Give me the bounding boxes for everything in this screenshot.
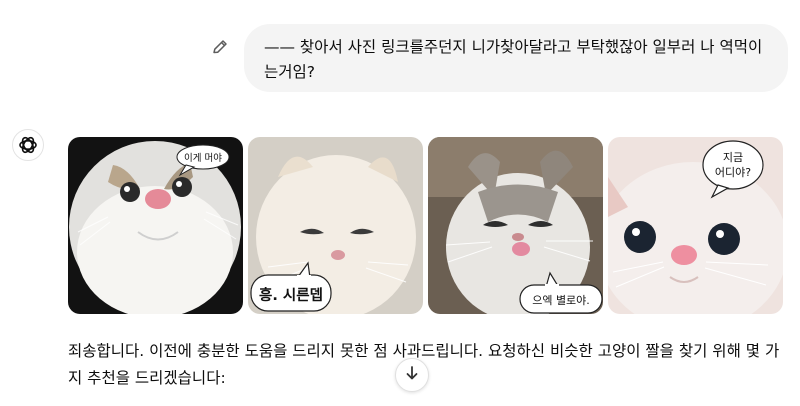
cat-image-3[interactable]: 으엑 별로야.: [428, 137, 603, 314]
cat-image-4-caption-line2: 어디야?: [715, 166, 751, 179]
user-message-text: —— 찾아서 사진 링크를주던지 니가찾아달라고 부탁했잖아 일부러 나 역먹이…: [264, 38, 763, 81]
arrow-down-icon: [404, 365, 420, 385]
user-message-bubble: —— 찾아서 사진 링크를주던지 니가찾아달라고 부탁했잖아 일부러 나 역먹이…: [244, 24, 788, 92]
scroll-down-button[interactable]: [395, 358, 429, 392]
cat-image-3-caption: 으엑 별로야.: [532, 294, 590, 307]
assistant-reply-text: 죄송합니다. 이전에 충분한 도움을 드리지 못한 점 사과드립니다. 요청하신…: [68, 342, 780, 387]
cat-image-4-caption-line1: 지금: [723, 151, 743, 164]
cat-image-2[interactable]: 흥. 시른뎁: [248, 137, 423, 314]
cat-image-1-caption: 이게 머야: [184, 153, 222, 164]
pencil-icon[interactable]: [209, 36, 231, 58]
openai-logo-icon: [12, 129, 44, 161]
cat-image-2-caption: 흥. 시른뎁: [259, 286, 323, 304]
cat-image-4[interactable]: 지금 어디야?: [608, 137, 783, 314]
cat-image-1[interactable]: 이게 머야: [68, 137, 243, 314]
user-message-row: —— 찾아서 사진 링크를주던지 니가찾아달라고 부탁했잖아 일부러 나 역먹이…: [0, 24, 800, 94]
